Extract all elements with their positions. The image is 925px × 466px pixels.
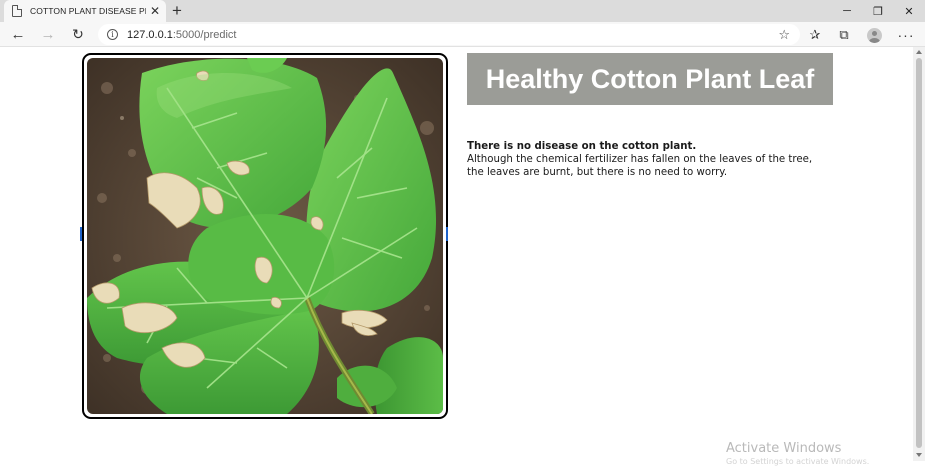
window-close-icon[interactable]: ✕ [894,0,924,22]
activate-windows-subtext: Go to Settings to activate Windows. [726,457,870,466]
back-arrow-icon[interactable]: ← [8,24,28,44]
close-icon[interactable]: ✕ [150,5,160,17]
cotton-leaf-photo [87,58,443,414]
minimize-icon[interactable]: ─ [832,0,862,22]
prediction-title: Healthy Cotton Plant Leaf [467,53,833,105]
collections-icon[interactable]: ⧉ [834,25,854,45]
tab-title: COTTON PLANT DISEASE PREDIC [30,6,146,16]
url-text: 127.0.0.1:5000/predict [127,29,236,41]
profile-icon[interactable] [864,25,884,45]
scroll-thumb[interactable] [916,58,922,448]
restore-icon[interactable]: ❐ [863,0,893,22]
star-add-icon[interactable]: ☆ [778,27,790,43]
favorites-icon[interactable]: ✰ [805,25,825,45]
tab-strip: COTTON PLANT DISEASE PREDIC ✕ + ─ ❐ ✕ [0,0,925,22]
prediction-description: There is no disease on the cotton plant.… [467,140,827,179]
prediction-heading: There is no disease on the cotton plant. [467,141,697,152]
activate-windows-watermark: Activate Windows [726,441,842,456]
browser-tab[interactable]: COTTON PLANT DISEASE PREDIC ✕ [4,0,166,22]
plus-icon[interactable]: + [172,2,182,20]
prediction-detail: Although the chemical fertilizer has fal… [467,154,813,178]
address-bar[interactable]: i 127.0.0.1:5000/predict ☆ [98,24,800,45]
forward-arrow-icon[interactable]: → [38,24,58,44]
leaf-image-frame [82,53,448,419]
page-icon [12,5,22,17]
reload-icon[interactable]: ↻ [68,24,88,44]
page-viewport: Healthy Cotton Plant Leaf There is no di… [0,47,913,466]
browser-toolbar: ← → ↻ i 127.0.0.1:5000/predict ☆ ✰ ⧉ ··· [0,22,925,47]
avatar [866,27,882,43]
resize-handle-right [446,227,448,241]
scroll-down-arrow-icon[interactable] [916,453,922,457]
scroll-up-arrow-icon[interactable] [916,50,922,54]
info-icon[interactable]: i [107,29,118,40]
url-host: 127.0.0.1 [127,28,173,41]
vertical-scrollbar[interactable] [913,47,925,461]
more-icon[interactable]: ··· [896,25,916,45]
url-path: :5000/predict [172,28,237,41]
